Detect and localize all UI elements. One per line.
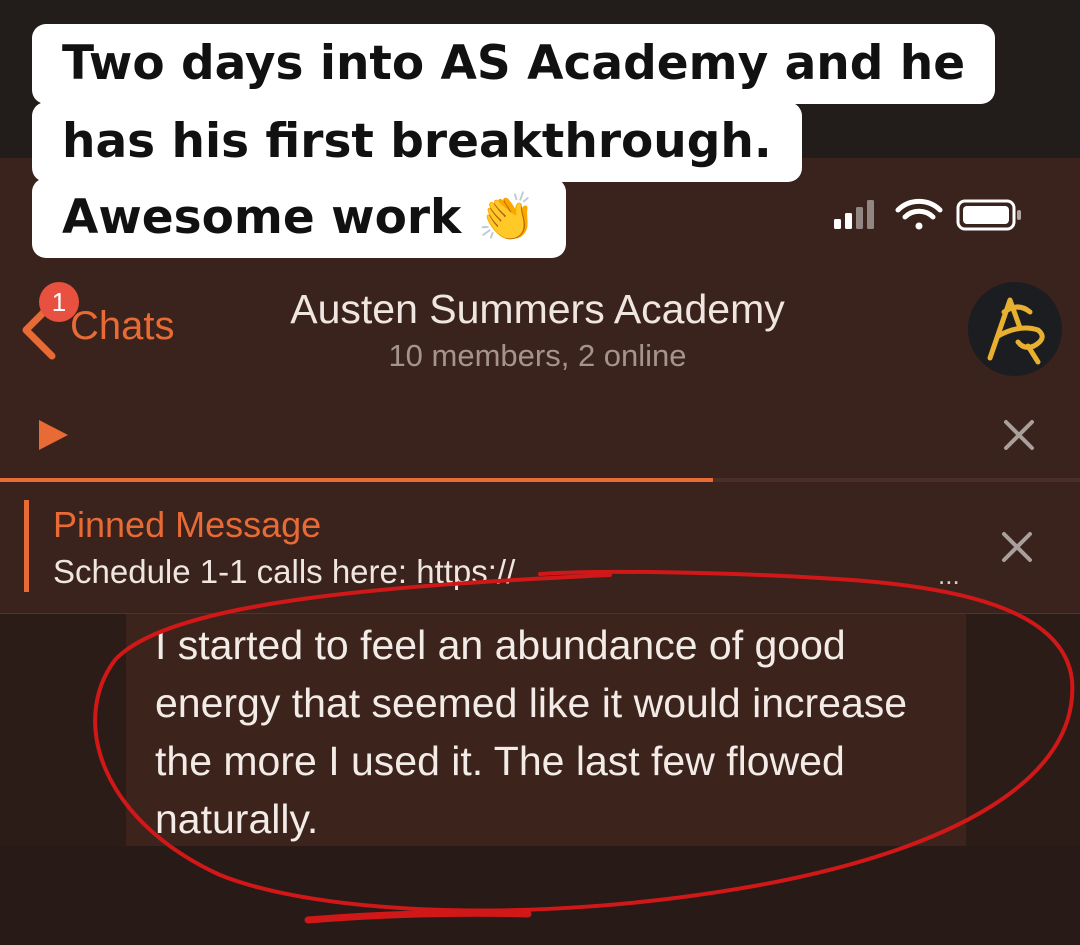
caption-line-2: has his first breakthrough. — [32, 102, 802, 182]
caption-line-1: Two days into AS Academy and he — [32, 24, 996, 104]
wifi-icon — [895, 198, 943, 230]
status-bar-icons — [834, 198, 1021, 231]
pinned-accent-bar — [24, 500, 29, 592]
chat-bottom-area — [0, 846, 1080, 945]
audio-progress-track[interactable] — [0, 478, 1080, 482]
unread-badge: 1 — [39, 282, 79, 322]
caption-line-3: Awesome work 👏 — [32, 178, 567, 258]
close-icon[interactable] — [1002, 418, 1036, 452]
pinned-title[interactable]: Pinned Message — [53, 504, 321, 546]
academy-logo-icon — [987, 297, 1045, 365]
play-icon[interactable] — [36, 418, 70, 452]
chat-subtitle: 10 members, 2 online — [388, 338, 687, 373]
pinned-close-icon[interactable] — [1000, 530, 1034, 564]
audio-progress-fill — [0, 478, 713, 482]
battery-icon — [956, 199, 1021, 231]
chat-title[interactable]: Austen Summers Academy — [265, 286, 810, 333]
message-text: I started to feel an abundance of good e… — [155, 622, 908, 842]
pinned-ellipsis: ... — [938, 560, 960, 590]
group-avatar[interactable] — [968, 282, 1062, 376]
signal-icon — [834, 200, 874, 229]
back-label[interactable]: Chats — [70, 304, 175, 349]
pinned-text[interactable]: Schedule 1-1 calls here: https:// — [53, 553, 515, 591]
